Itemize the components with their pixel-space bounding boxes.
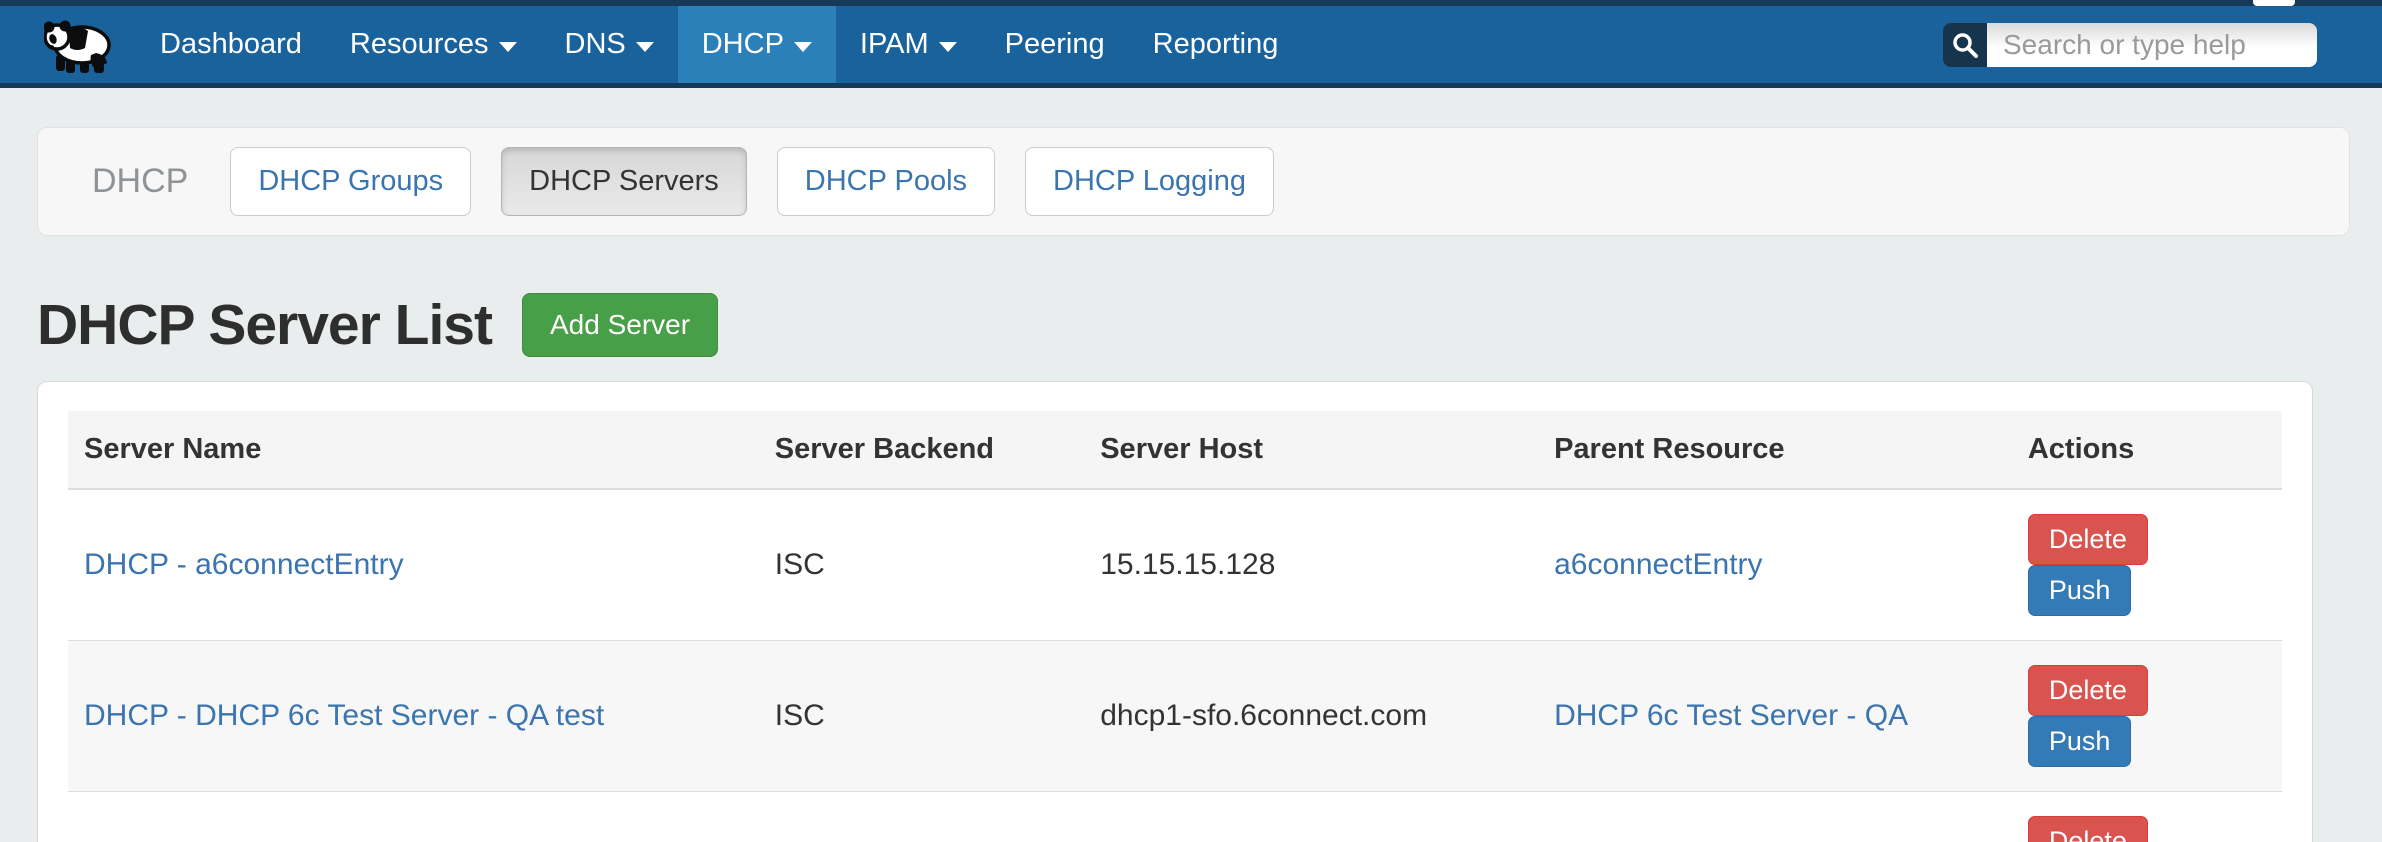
chevron-down-icon	[499, 42, 517, 52]
page-title: DHCP Server List	[37, 292, 492, 358]
table-header-row: Server NameServer BackendServer HostPare…	[68, 411, 2282, 489]
actions-cell: DeletePush	[2012, 489, 2282, 641]
subnav-button-dhcp-groups[interactable]: DHCP Groups	[230, 147, 471, 216]
server-name-cell: DHCP - a6connectEntry	[68, 489, 759, 641]
delete-button[interactable]: Delete	[2028, 816, 2148, 842]
server-backend-cell: ISC	[759, 489, 1084, 641]
nav-item-peering[interactable]: Peering	[981, 6, 1129, 83]
server-name-cell: Test Server Test	[68, 792, 759, 842]
nav-item-label: Resources	[350, 28, 489, 61]
subnav-button-dhcp-pools[interactable]: DHCP Pools	[777, 147, 995, 216]
nav-item-label: IPAM	[860, 28, 929, 61]
parent-resource-link[interactable]: a6connectEntry	[1554, 548, 1762, 581]
parent-resource-cell: a6connectEntry	[1538, 489, 2012, 641]
parent-resource-cell: TLR	[1538, 792, 2012, 842]
add-server-button[interactable]: Add Server	[522, 293, 718, 357]
search-input[interactable]	[1987, 23, 2317, 67]
server-table: Server NameServer BackendServer HostPare…	[68, 411, 2282, 842]
server-host-cell: 4.5.6.7	[1084, 792, 1538, 842]
search-icon	[1952, 32, 1978, 58]
push-button[interactable]: Push	[2028, 716, 2132, 767]
delete-button[interactable]: Delete	[2028, 665, 2148, 716]
dhcp-subnav: DHCP DHCP GroupsDHCP ServersDHCP PoolsDH…	[37, 127, 2350, 236]
server-host-cell: 15.15.15.128	[1084, 489, 1538, 641]
nav-item-dns[interactable]: DNS	[541, 6, 678, 83]
push-button[interactable]: Push	[2028, 565, 2132, 616]
chevron-down-icon	[939, 42, 957, 52]
subnav-button-dhcp-logging[interactable]: DHCP Logging	[1025, 147, 1274, 216]
nav-menu: Dashboard Resources DNS DHCP IPAM Peering Repo…	[136, 6, 1302, 83]
delete-button[interactable]: Delete	[2028, 514, 2148, 565]
server-backend-cell: CPNR	[759, 792, 1084, 842]
server-backend-cell: ISC	[759, 641, 1084, 792]
nav-item-label: Reporting	[1153, 28, 1279, 61]
column-header-server-backend: Server Backend	[759, 411, 1084, 489]
column-header-actions: Actions	[2012, 411, 2282, 489]
nav-item-label: Dashboard	[160, 28, 302, 61]
table-header: Server NameServer BackendServer HostPare…	[68, 411, 2282, 489]
server-name-link[interactable]: DHCP - DHCP 6c Test Server - QA test	[84, 699, 604, 732]
search-button[interactable]	[1943, 23, 1987, 67]
subnav-buttons: DHCP Groups DHCP Servers DHCP Pools DHCP Lo…	[230, 147, 1274, 216]
table-row: DHCP - a6connectEntry ISC15.15.15.128 a6co…	[68, 489, 2282, 641]
nav-item-label: DNS	[565, 28, 626, 61]
server-name-cell: DHCP - DHCP 6c Test Server - QA test	[68, 641, 759, 792]
search-widget	[1943, 23, 2317, 67]
logo-container[interactable]	[0, 6, 136, 83]
parent-resource-link[interactable]: DHCP 6c Test Server - QA	[1554, 699, 1908, 732]
server-name-link[interactable]: DHCP - a6connectEntry	[84, 548, 404, 581]
chevron-down-icon	[794, 42, 812, 52]
actions-cell: DeletePush	[2012, 792, 2282, 842]
column-header-parent-resource: Parent Resource	[1538, 411, 2012, 489]
server-list-card: Server NameServer BackendServer HostPare…	[37, 381, 2313, 842]
nav-item-label: Peering	[1005, 28, 1105, 61]
nav-item-resources[interactable]: Resources	[326, 6, 541, 83]
column-header-server-name: Server Name	[68, 411, 759, 489]
table-body: DHCP - a6connectEntry ISC15.15.15.128 a6co…	[68, 489, 2282, 842]
nav-item-dhcp[interactable]: DHCP	[678, 6, 836, 83]
table-row: Test Server TestCPNR4.5.6.7TLRDeletePush	[68, 792, 2282, 842]
chevron-down-icon	[636, 42, 654, 52]
panda-logo-icon	[44, 15, 112, 75]
subnav-button-dhcp-servers[interactable]: DHCP Servers	[501, 147, 747, 216]
main-navbar: Dashboard Resources DNS DHCP IPAM Peering Repo…	[0, 6, 2382, 88]
server-host-cell: dhcp1-sfo.6connect.com	[1084, 641, 1538, 792]
parent-resource-cell: DHCP 6c Test Server - QA	[1538, 641, 2012, 792]
section-label: DHCP	[92, 162, 188, 201]
nav-item-label: DHCP	[702, 28, 784, 61]
nav-item-reporting[interactable]: Reporting	[1129, 6, 1303, 83]
column-header-server-host: Server Host	[1084, 411, 1538, 489]
table-row: DHCP - DHCP 6c Test Server - QA test ISCd…	[68, 641, 2282, 792]
page-heading-row: DHCP Server List Add Server	[37, 292, 2350, 358]
nav-item-ipam[interactable]: IPAM	[836, 6, 981, 83]
actions-cell: DeletePush	[2012, 641, 2282, 792]
nav-item-dashboard[interactable]: Dashboard	[136, 6, 326, 83]
